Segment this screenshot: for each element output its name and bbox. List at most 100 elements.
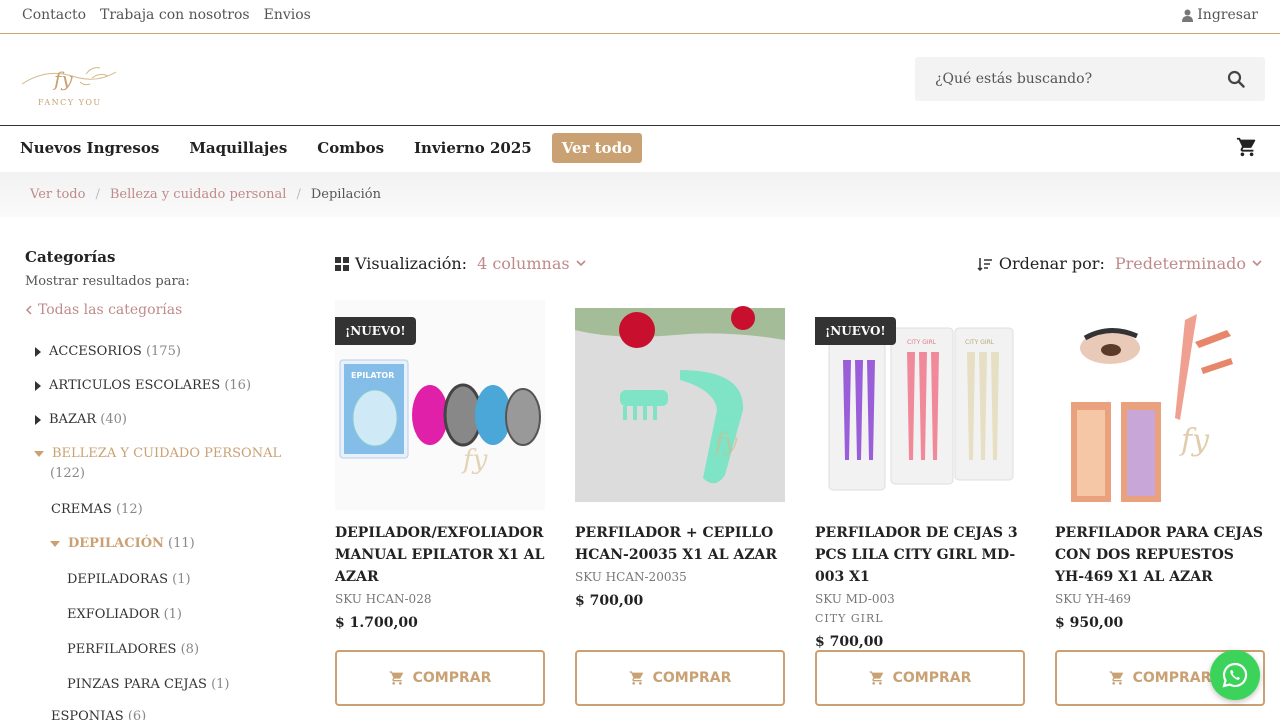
- cart-icon: [629, 671, 643, 685]
- product-card[interactable]: fy PERFILADOR PARA CEJAS CON DOS REPUEST…: [1055, 300, 1265, 631]
- whatsapp-icon: [1222, 662, 1248, 688]
- nav-combos[interactable]: Combos: [317, 139, 384, 157]
- caret-right-icon: [35, 380, 41, 391]
- chevron-down-icon: [576, 260, 586, 267]
- svg-text:CITY GIRL: CITY GIRL: [907, 339, 937, 346]
- cart-icon: [389, 671, 403, 685]
- view-label: Visualización:: [355, 254, 468, 273]
- category-cremas[interactable]: CREMAS (12): [51, 502, 143, 517]
- whatsapp-button[interactable]: [1210, 650, 1260, 700]
- cart-icon: [869, 671, 883, 685]
- category-perfiladores[interactable]: PERFILADORES (8): [67, 642, 199, 657]
- sort-label: Ordenar por:: [998, 254, 1105, 273]
- product-sku: SKU HCAN-028: [335, 592, 432, 606]
- svg-text:fy: fy: [52, 67, 73, 91]
- product-image[interactable]: EPILATOR fy ¡NUEVO!: [335, 300, 545, 510]
- product-image[interactable]: fy: [1055, 300, 1265, 510]
- caret-down-icon: [34, 450, 44, 457]
- category-belleza-count: (122): [50, 466, 85, 481]
- product-name[interactable]: PERFILADOR DE CEJAS 3 PCS LILA CITY GIRL…: [815, 522, 1025, 588]
- buy-button[interactable]: COMPRAR: [815, 650, 1025, 706]
- svg-text:fy: fy: [1179, 423, 1210, 458]
- sidebar-title: Categorías: [25, 248, 116, 266]
- view-value[interactable]: 4 columnas: [477, 254, 570, 273]
- category-bazar[interactable]: BAZAR (40): [35, 412, 127, 427]
- product-price: $ 1.700,00: [335, 615, 418, 631]
- product-sku: SKU MD-003: [815, 592, 895, 606]
- svg-text:CITY GIRL: CITY GIRL: [965, 339, 995, 346]
- category-articulos-escolares[interactable]: ARTICULOS ESCOLARES (16): [35, 378, 251, 393]
- cart-icon: [1109, 671, 1123, 685]
- buy-button[interactable]: COMPRAR: [575, 650, 785, 706]
- product-image[interactable]: fy: [575, 300, 785, 510]
- new-badge: ¡NUEVO!: [815, 317, 896, 345]
- svg-text:fy: fy: [713, 428, 738, 456]
- buy-label: COMPRAR: [1132, 670, 1212, 686]
- product-sku: SKU YH-469: [1055, 592, 1132, 606]
- top-links: Contacto Trabaja con nosotros Envios: [22, 7, 311, 23]
- product-price: $ 700,00: [575, 593, 644, 609]
- sort-icon: [977, 257, 992, 271]
- product-sku: SKU HCAN-20035: [575, 570, 687, 584]
- buy-label: COMPRAR: [652, 670, 732, 686]
- breadcrumb-separator: /: [296, 187, 301, 202]
- sidebar-subtitle: Mostrar resultados para:: [25, 274, 190, 289]
- work-with-us-link[interactable]: Trabaja con nosotros: [100, 7, 250, 23]
- nav-maquillajes[interactable]: Maquillajes: [189, 139, 287, 157]
- category-sidebar: Categorías Mostrar resultados para: Toda…: [25, 248, 285, 318]
- sort-selector[interactable]: Ordenar por: Predeterminado: [977, 254, 1262, 273]
- breadcrumb-belleza[interactable]: Belleza y cuidado personal: [110, 187, 287, 202]
- login-label: Ingresar: [1197, 7, 1258, 23]
- product-card[interactable]: CITY GIRL CITY GIRL ¡NUEVO! PERFILADOR D…: [815, 300, 1025, 650]
- all-categories-link[interactable]: Todas las categorías: [25, 302, 285, 318]
- product-card[interactable]: fy PERFILADOR + CEPILLO HCAN-20035 X1 AL…: [575, 300, 785, 609]
- category-exfoliador[interactable]: EXFOLIADOR (1): [67, 607, 182, 622]
- view-selector[interactable]: Visualización: 4 columnas: [335, 254, 586, 273]
- breadcrumb-ver-todo[interactable]: Ver todo: [30, 187, 85, 202]
- category-pinzas[interactable]: PINZAS PARA CEJAS (1): [67, 677, 229, 692]
- caret-down-icon: [50, 540, 60, 547]
- svg-text:FANCY YOU: FANCY YOU: [38, 98, 102, 107]
- buy-button[interactable]: COMPRAR: [335, 650, 545, 706]
- sort-value[interactable]: Predeterminado: [1115, 254, 1246, 273]
- contact-link[interactable]: Contacto: [22, 7, 86, 23]
- category-depilacion[interactable]: DEPILACIÓN (11): [50, 536, 195, 551]
- category-belleza[interactable]: BELLEZA Y CUIDADO PERSONAL: [34, 446, 281, 461]
- main-nav: Nuevos Ingresos Maquillajes Combos Invie…: [0, 126, 1280, 172]
- chevron-down-icon: [1252, 260, 1262, 267]
- search-icon[interactable]: [1227, 70, 1245, 88]
- product-name[interactable]: PERFILADOR PARA CEJAS CON DOS REPUESTOS …: [1055, 522, 1265, 588]
- product-name[interactable]: PERFILADOR + CEPILLO HCAN-20035 X1 AL AZ…: [575, 522, 785, 566]
- breadcrumb-current: Depilación: [310, 187, 382, 202]
- svg-text:EPILATOR: EPILATOR: [351, 371, 394, 380]
- search-box[interactable]: ¿Qué estás buscando?: [915, 57, 1265, 101]
- product-image[interactable]: CITY GIRL CITY GIRL ¡NUEVO!: [815, 300, 1025, 510]
- product-brand: CITY GIRL: [815, 612, 884, 625]
- product-card[interactable]: EPILATOR fy ¡NUEVO! DEPILADOR/EXFOLIADOR…: [335, 300, 545, 631]
- product-name[interactable]: DEPILADOR/EXFOLIADOR MANUAL EPILATOR X1 …: [335, 522, 545, 588]
- category-depiladoras[interactable]: DEPILADORAS (1): [67, 572, 191, 587]
- nav-invierno-2025[interactable]: Invierno 2025: [414, 139, 532, 157]
- header: fy FANCY YOU ¿Qué estás buscando?: [0, 34, 1280, 126]
- new-badge: ¡NUEVO!: [335, 317, 416, 345]
- user-icon: [1182, 9, 1194, 22]
- breadcrumb: Ver todo / Belleza y cuidado personal / …: [0, 172, 1280, 217]
- category-accesorios[interactable]: ACCESORIOS (175): [35, 344, 181, 359]
- svg-text:fy: fy: [461, 445, 488, 475]
- product-price: $ 700,00: [815, 634, 884, 650]
- all-categories-label: Todas las categorías: [38, 302, 183, 318]
- search-input[interactable]: ¿Qué estás buscando?: [935, 71, 1227, 87]
- breadcrumb-separator: /: [95, 187, 100, 202]
- caret-right-icon: [35, 414, 41, 425]
- nav-nuevos-ingresos[interactable]: Nuevos Ingresos: [20, 139, 159, 157]
- caret-right-icon: [35, 346, 41, 357]
- chevron-left-icon: [25, 305, 32, 315]
- product-price: $ 950,00: [1055, 615, 1124, 631]
- store-logo[interactable]: fy FANCY YOU: [16, 54, 120, 110]
- cart-icon[interactable]: [1236, 136, 1258, 158]
- buy-label: COMPRAR: [412, 670, 492, 686]
- login-link[interactable]: Ingresar: [1182, 7, 1258, 23]
- shipping-link[interactable]: Envios: [264, 7, 311, 23]
- nav-ver-todo-button[interactable]: Ver todo: [551, 133, 643, 163]
- category-esponjas[interactable]: ESPONJAS (6): [51, 709, 146, 720]
